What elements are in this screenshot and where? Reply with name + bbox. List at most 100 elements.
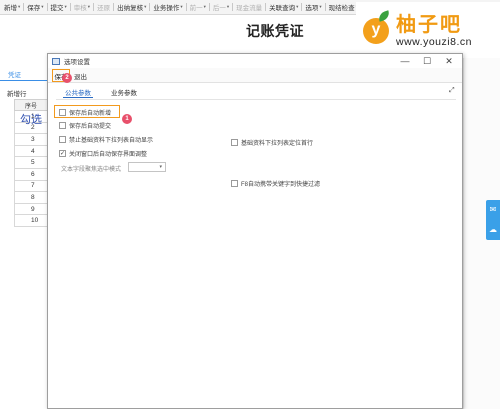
table-row[interactable]: 7 xyxy=(14,180,48,193)
add-row-button[interactable]: 新增行 xyxy=(7,88,27,98)
grid-header-seq: 序号 xyxy=(14,99,48,111)
chevron-down-icon: ▾ xyxy=(319,4,322,9)
chevron-down-icon: ▾ xyxy=(87,4,91,9)
menu-item[interactable]: 业务操作 ▾ xyxy=(153,2,182,12)
dialog-titlebar[interactable]: 选项设置 — ☐ ✕ xyxy=(48,54,462,68)
table-row[interactable]: 4 xyxy=(14,145,48,158)
maximize-button[interactable]: ☐ xyxy=(416,54,438,68)
chevron-down-icon: ▾ xyxy=(64,4,67,9)
menu-separator xyxy=(113,3,115,11)
option-disable-dropdown-autoshow[interactable]: 禁止基础资料下拉列表自动显示 xyxy=(59,135,153,144)
menu-item[interactable]: 新增 ▾ xyxy=(4,2,20,12)
menu-item[interactable]: 关联查询 ▾ xyxy=(269,2,298,12)
grid-rows: 1 2 3 4 5 6 7 8 9 10 xyxy=(14,111,48,227)
menu-item-label: 还原 xyxy=(97,5,111,12)
dialog-title: 选项设置 xyxy=(64,59,90,66)
option-auto-new[interactable]: 保存后自动新增 xyxy=(59,108,111,117)
table-row[interactable]: 5 xyxy=(14,157,48,169)
menu-item[interactable]: 审核 ▾ xyxy=(74,2,90,12)
menu-separator xyxy=(46,3,48,11)
menu-item[interactable]: 提交 ▾ xyxy=(51,2,67,12)
close-button[interactable]: ✕ xyxy=(438,54,460,68)
menu-item-label: 新增 xyxy=(4,5,17,12)
menu-item-label: 提交 xyxy=(50,5,64,12)
option-label: F8自动携带关键字到快捷过滤 xyxy=(241,182,321,188)
option-label: 保存后自动新增 xyxy=(69,111,112,117)
menu-separator xyxy=(69,3,71,11)
chevron-down-icon: ▾ xyxy=(203,4,206,9)
watermark-url: www.youzi8.cn xyxy=(396,36,472,48)
menu-item-label: 出纳复核 xyxy=(117,5,144,12)
tab-voucher[interactable]: 凭证 xyxy=(8,69,21,79)
option-dropdown-first-row[interactable]: 基础资料下拉列表定位首行 xyxy=(231,138,313,147)
menu-separator xyxy=(301,3,303,11)
menu-item[interactable]: 现结检查▾ xyxy=(329,2,358,12)
tab-underline xyxy=(0,80,48,81)
menu-separator xyxy=(208,3,210,11)
cloud-icon[interactable]: ☁ xyxy=(489,226,497,234)
text-focus-mode-label: 文本字段聚焦选中模式 xyxy=(61,167,122,173)
menu-separator xyxy=(232,3,234,11)
table-row[interactable]: 3 xyxy=(14,134,48,146)
option-label: 基础资料下拉列表定位首行 xyxy=(241,141,314,147)
step-marker-2: 2 xyxy=(62,73,72,83)
exit-button[interactable]: 退出 xyxy=(74,71,87,81)
checkbox[interactable] xyxy=(59,122,66,129)
menu-item-label: 业务操作 xyxy=(153,5,180,12)
menu-item[interactable]: 后一 ▾ xyxy=(213,2,229,12)
menu-separator xyxy=(93,3,95,11)
checkbox[interactable] xyxy=(59,136,66,143)
brand-logo-icon: y xyxy=(363,10,392,44)
watermark-brand: 柚子吧 xyxy=(396,14,462,36)
tab-business-params[interactable]: 业务参数 xyxy=(111,87,137,98)
menu-item-label: 选项 xyxy=(305,5,319,12)
options-dialog: 选项设置 — ☐ ✕ 保存 退出 2 公共参数 业务参数 ⤢ 保存后自动新增 保… xyxy=(47,53,463,409)
minimize-button[interactable]: — xyxy=(394,54,416,68)
table-row[interactable]: 9 xyxy=(14,203,48,216)
menu-item[interactable]: 选项 ▾ xyxy=(305,2,321,12)
menu-item[interactable]: 保存 ▾ xyxy=(27,2,43,12)
menu-item-label: 关联查询 xyxy=(269,5,296,12)
menu-item-label: 前一 xyxy=(189,5,203,12)
option-label: 关闭窗口后自动保存界面调整 xyxy=(69,152,148,158)
menu-separator xyxy=(23,3,25,11)
menu-item-label: 现结检查 xyxy=(328,5,355,12)
step-marker-1: 1 xyxy=(122,114,132,124)
chevron-down-icon: ▾ xyxy=(18,4,21,9)
option-autosave-layout[interactable]: ✓ 关闭窗口后自动保存界面调整 xyxy=(59,149,147,158)
dialog-scrollbar[interactable] xyxy=(454,102,460,402)
tab-public-params[interactable]: 公共参数 xyxy=(63,87,93,98)
menu-item-label: 保存 xyxy=(27,5,41,12)
menu-item-label: 后一 xyxy=(212,5,226,12)
checkbox[interactable] xyxy=(231,180,238,187)
chevron-down-icon: ▾ xyxy=(226,4,230,9)
checkbox[interactable] xyxy=(59,109,66,116)
chat-icon[interactable]: ✉ xyxy=(490,206,497,214)
tab-divider xyxy=(56,99,456,100)
page-title: 记账凭证 xyxy=(246,23,304,39)
logo-letter: y xyxy=(371,21,381,38)
watermark: y 柚子吧 www.youzi8.cn xyxy=(356,2,500,56)
chevron-down-icon: ▾ xyxy=(159,164,162,170)
chevron-down-icon: ▾ xyxy=(296,4,299,9)
chevron-down-icon: ▾ xyxy=(144,4,147,9)
table-row[interactable]: 6 xyxy=(14,168,48,181)
menu-item[interactable]: 现金流量 xyxy=(236,2,262,12)
text-focus-mode-select[interactable]: ▾ xyxy=(128,162,166,172)
menu-item-label: 审核 xyxy=(73,5,87,12)
checkbox[interactable] xyxy=(231,139,238,146)
side-float-toolbar[interactable]: ✉ ☁ xyxy=(486,200,500,240)
menu-item[interactable]: 出纳复核 ▾ xyxy=(117,2,146,12)
table-row[interactable]: 8 xyxy=(14,192,48,204)
annotation-text: 勾选 xyxy=(20,113,42,126)
option-label: 保存后自动提交 xyxy=(69,124,112,130)
checkbox[interactable]: ✓ xyxy=(59,150,66,157)
option-f8-quick-filter[interactable]: F8自动携带关键字到快捷过滤 xyxy=(231,179,320,188)
menu-item[interactable]: 还原 xyxy=(97,2,110,12)
dialog-toolbar: 保存 退出 2 xyxy=(48,68,462,83)
menu-item-label: 现金流量 xyxy=(236,5,263,12)
menu-item[interactable]: 前一 ▾ xyxy=(190,2,206,12)
option-auto-submit[interactable]: 保存后自动提交 xyxy=(59,121,111,130)
expand-icon[interactable]: ⤢ xyxy=(449,87,455,95)
table-row[interactable]: 10 xyxy=(14,215,48,227)
